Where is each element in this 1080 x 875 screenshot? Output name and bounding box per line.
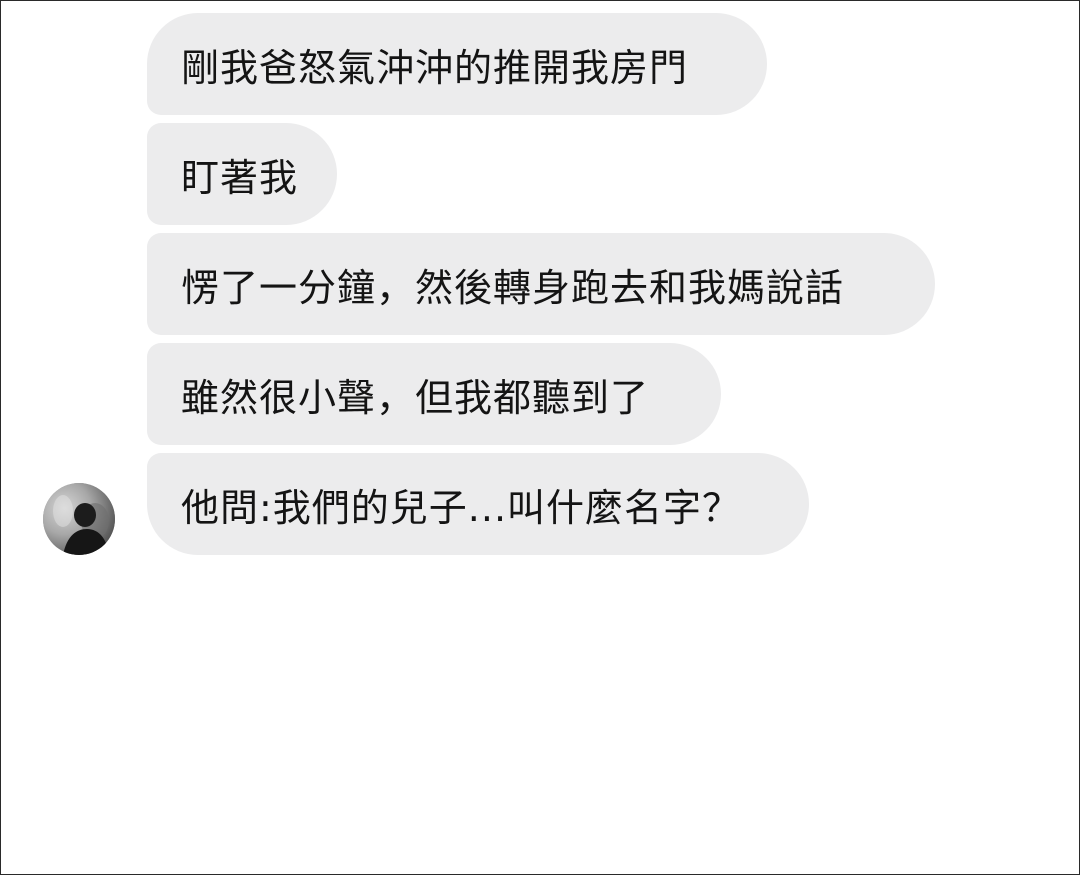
message-bubble[interactable]: 剛我爸怒氣沖沖的推開我房門 [147, 13, 767, 115]
message-bubble[interactable]: 愣了一分鐘，然後轉身跑去和我媽說話 [147, 233, 935, 335]
message-text: 剛我爸怒氣沖沖的推開我房門 [181, 45, 689, 90]
message-text: 盯著我 [181, 155, 299, 200]
screenshot-frame: 剛我爸怒氣沖沖的推開我房門 盯著我 愣了一分鐘，然後轉身跑去和我媽說話 雖然很小… [0, 0, 1080, 875]
message-thread: 剛我爸怒氣沖沖的推開我房門 盯著我 愣了一分鐘，然後轉身跑去和我媽說話 雖然很小… [1, 1, 1079, 874]
profile-photo-icon [43, 483, 115, 555]
sender-avatar[interactable] [43, 483, 115, 555]
message-bubble[interactable]: 雖然很小聲，但我都聽到了 [147, 343, 721, 445]
message-bubble[interactable]: 他問:我們的兒子...叫什麼名字？ [147, 453, 809, 555]
message-text: 雖然很小聲，但我都聽到了 [181, 375, 650, 420]
message-bubble[interactable]: 盯著我 [147, 123, 337, 225]
message-text: 愣了一分鐘，然後轉身跑去和我媽說話 [181, 265, 845, 310]
message-text: 他問:我們的兒子...叫什麼名字？ [181, 485, 742, 530]
